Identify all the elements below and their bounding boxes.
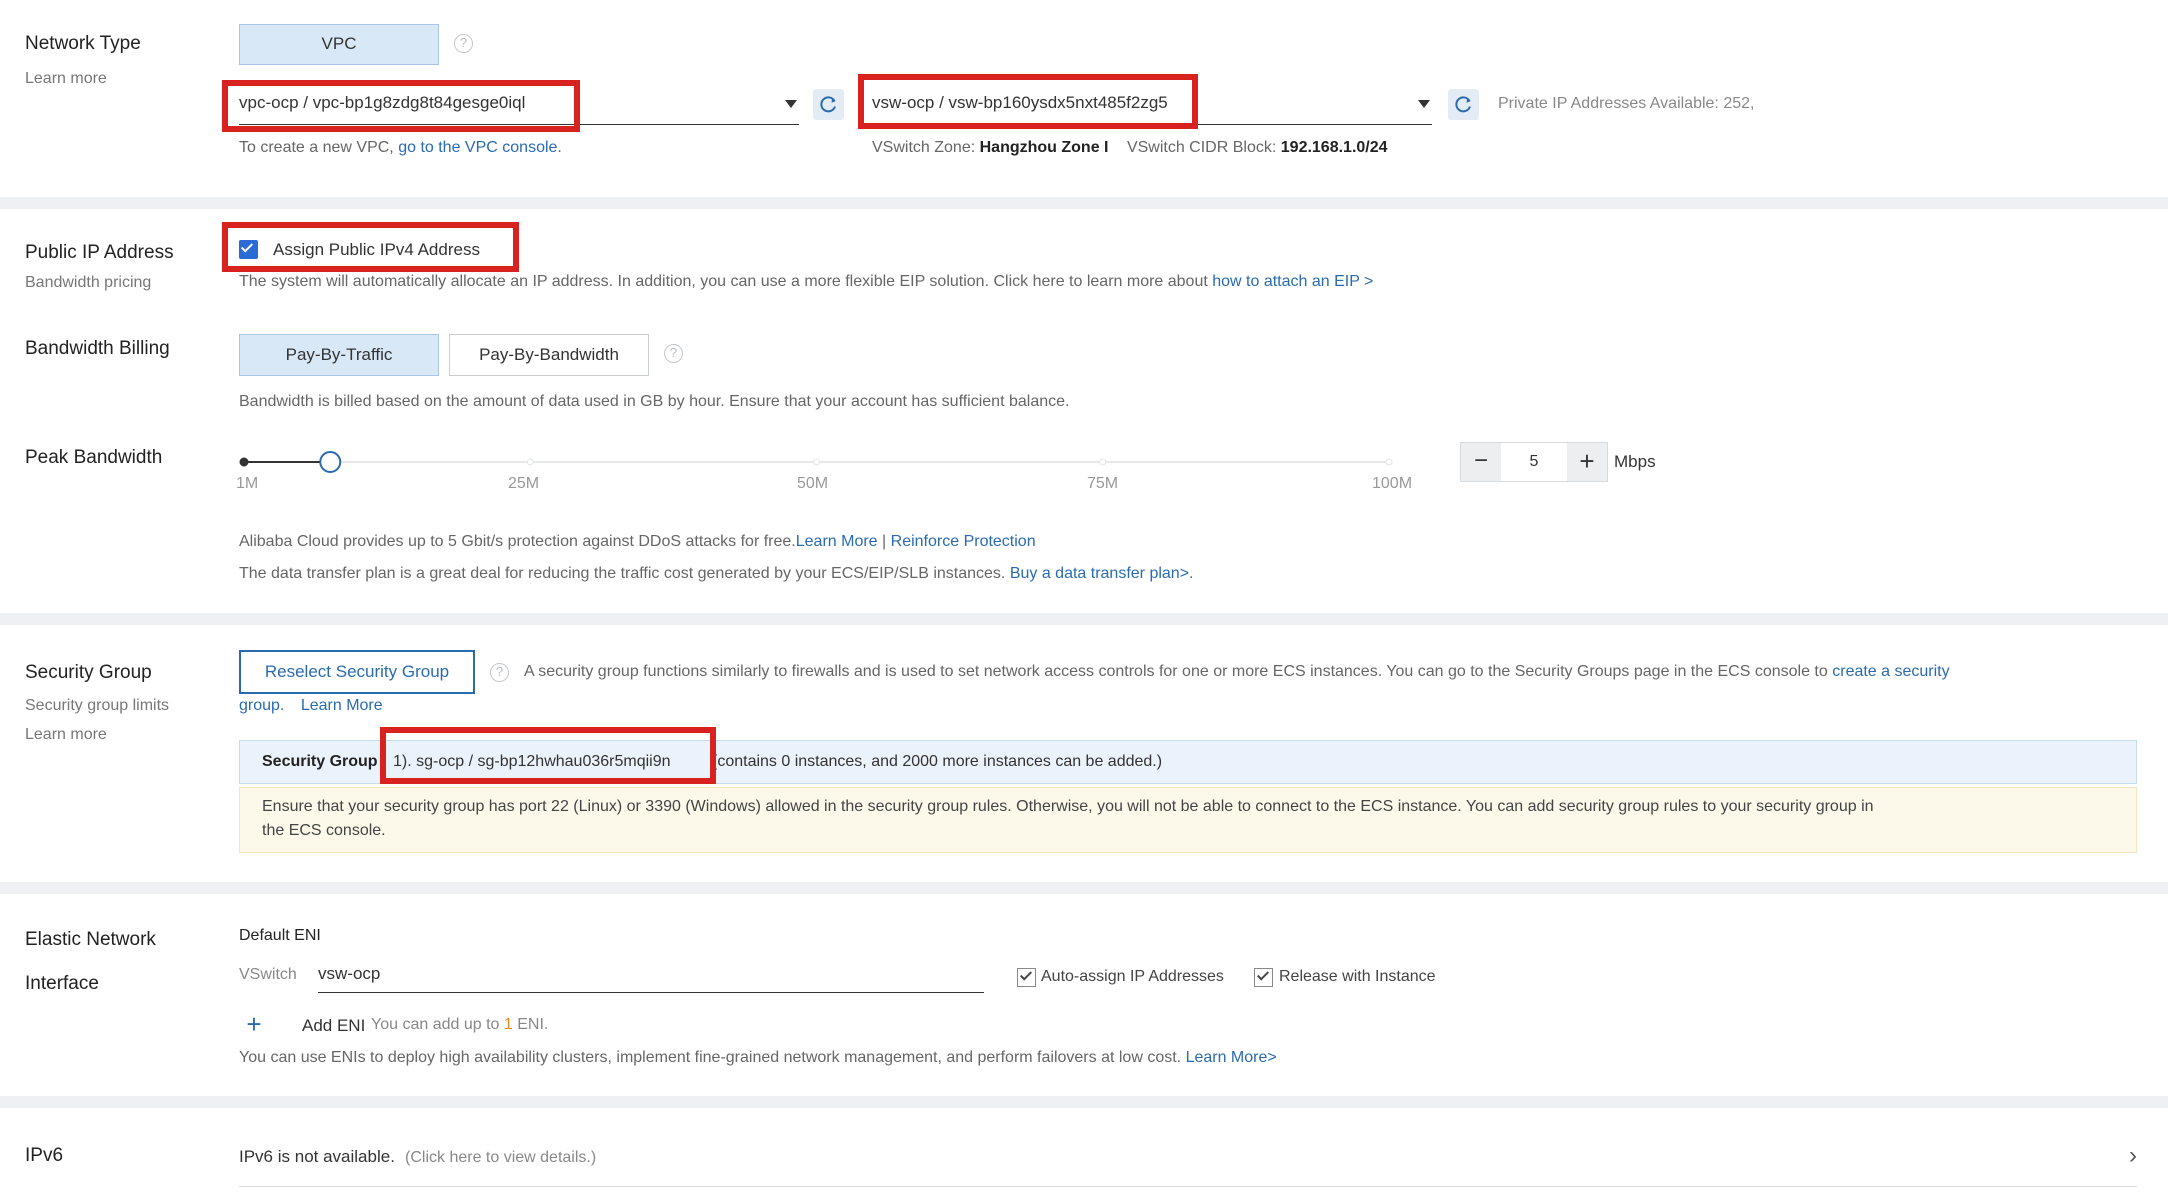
ipv6-label: IPv6 — [25, 1145, 64, 1166]
reselect-security-group-button[interactable]: Reselect Security Group — [239, 650, 475, 694]
auto-assign-ip-label[interactable]: Auto-assign IP Addresses — [1041, 968, 1224, 986]
plus-icon[interactable]: + — [1567, 443, 1607, 481]
slider-tick-label: 100M — [1372, 475, 1413, 492]
network-learn-more-link[interactable]: Learn more — [25, 70, 107, 88]
slider-tick — [1099, 458, 1107, 466]
vswitch-zone-value: Hangzhou Zone I — [979, 139, 1109, 156]
vswitch-cidr-value: 192.168.1.0/24 — [1280, 139, 1388, 156]
pay-by-traffic-button[interactable]: Pay-By-Traffic — [239, 334, 439, 376]
pay-by-bandwidth-button[interactable]: Pay-By-Bandwidth — [449, 334, 649, 376]
stepper-value[interactable]: 5 — [1501, 443, 1567, 481]
attach-eip-link[interactable]: how to attach an EIP > — [1212, 273, 1373, 290]
network-type-label: Network Type — [25, 33, 141, 54]
eni-vswitch-label: VSwitch — [239, 966, 297, 983]
ddos-info: Alibaba Cloud provides up to 5 Gbit/s pr… — [239, 533, 1036, 550]
buy-data-transfer-plan-link[interactable]: Buy a data transfer plan>. — [1010, 565, 1194, 582]
slider-handle[interactable] — [319, 451, 342, 473]
help-icon[interactable]: ? — [454, 34, 473, 53]
bandwidth-slider-track[interactable] — [239, 440, 1399, 480]
private-ip-available: Private IP Addresses Available: 252, — [1498, 95, 1755, 112]
vswitch-info: VSwitch Zone: Hangzhou Zone I VSwitch CI… — [872, 139, 1388, 156]
section-divider — [0, 882, 2168, 894]
eni-label: Elastic Network — [25, 929, 156, 950]
bandwidth-billing-label: Bandwidth Billing — [25, 338, 170, 359]
highlight-box — [858, 74, 1198, 129]
eni-learn-more-link[interactable]: Learn More> — [1186, 1049, 1277, 1066]
slider-tick — [239, 457, 249, 467]
create-security-group-link-cont[interactable]: group. — [239, 697, 284, 714]
ipv6-details-link[interactable]: (Click here to view details.) — [405, 1149, 596, 1167]
create-vpc-hint: To create a new VPC, go to the VPC conso… — [239, 139, 562, 156]
security-group-description-cont: group. Learn More — [239, 697, 383, 715]
slider-tick-label: 50M — [797, 475, 829, 492]
slider-tick-label: 75M — [1087, 475, 1119, 492]
data-transfer-plan-info: The data transfer plan is a great deal f… — [239, 565, 1194, 582]
security-learn-more-link[interactable]: Learn more — [25, 726, 107, 744]
help-icon[interactable]: ? — [664, 344, 683, 363]
security-group-row-label: Security Group — [262, 753, 378, 770]
refresh-vswitch-icon[interactable] — [1448, 89, 1479, 120]
default-eni-heading: Default ENI — [239, 927, 321, 944]
eni-label-cont: Interface — [25, 973, 99, 994]
section-divider — [0, 613, 2168, 625]
release-with-instance-label[interactable]: Release with Instance — [1279, 968, 1436, 986]
chevron-down-icon — [1418, 100, 1430, 108]
minus-icon[interactable]: − — [1461, 443, 1501, 481]
auto-assign-ip-checkbox[interactable] — [1017, 968, 1036, 987]
slider-tick-label: 1M — [236, 475, 259, 492]
add-eni-button[interactable]: Add ENI — [302, 1016, 365, 1036]
security-group-limits-link[interactable]: Security group limits — [25, 697, 169, 715]
peak-bandwidth-label: Peak Bandwidth — [25, 447, 163, 468]
security-group-warning: Ensure that your security group has port… — [239, 787, 2137, 853]
eni-footer-note: You can use ENIs to deploy high availabi… — [239, 1049, 1277, 1066]
slider-tick-label: 25M — [508, 475, 540, 492]
section-divider — [0, 1096, 2168, 1108]
bandwidth-slider[interactable] — [239, 440, 1399, 480]
add-eni-note: You can add up to 1 ENI. — [371, 1016, 549, 1033]
bandwidth-unit: Mbps — [1614, 452, 1656, 471]
public-ip-label: Public IP Address — [25, 242, 174, 263]
security-group-label: Security Group — [25, 662, 152, 683]
chevron-down-icon — [785, 100, 797, 108]
security-group-description: A security group functions similarly to … — [524, 663, 1950, 680]
slider-tick — [813, 458, 820, 466]
highlight-box — [380, 727, 716, 784]
ipv6-status: IPv6 is not available. — [239, 1147, 395, 1166]
public-ip-description: The system will automatically allocate a… — [239, 273, 1374, 290]
slider-tick — [1385, 458, 1393, 466]
vpc-console-link[interactable]: go to the VPC console — [398, 139, 557, 156]
eni-limit-count: 1 — [503, 1016, 513, 1033]
release-with-instance-checkbox[interactable] — [1254, 968, 1273, 987]
create-security-group-link[interactable]: create a security — [1832, 663, 1949, 680]
chevron-right-icon[interactable]: › — [2129, 1142, 2137, 1170]
ipv6-row[interactable]: IPv6 is not available. (Click here to vi… — [239, 1136, 2137, 1187]
highlight-box — [222, 80, 580, 132]
vpc-network-button[interactable]: VPC — [239, 24, 439, 65]
bandwidth-stepper[interactable]: − 5 + — [1460, 442, 1608, 482]
slider-tick — [526, 458, 534, 466]
help-icon[interactable]: ? — [490, 663, 509, 682]
section-divider — [0, 197, 2168, 209]
add-eni-plus-icon[interactable]: + — [240, 1009, 268, 1041]
slider-tick-labels: 1M 25M 50M 75M 100M — [236, 475, 1412, 497]
security-group-capacity: (contains 0 instances, and 2000 more ins… — [712, 753, 1163, 770]
highlight-box — [222, 222, 519, 272]
eni-vswitch-field[interactable]: vsw-ocp — [318, 958, 984, 993]
billing-note: Bandwidth is billed based on the amount … — [239, 393, 1070, 410]
warning-line: Ensure that your security group has port… — [262, 798, 1874, 815]
reinforce-protection-link[interactable]: Reinforce Protection — [891, 533, 1036, 550]
refresh-vpc-icon[interactable] — [813, 89, 844, 120]
warning-line: the ECS console. — [262, 822, 386, 839]
bandwidth-pricing-link[interactable]: Bandwidth pricing — [25, 274, 151, 292]
security-group-learn-more-link[interactable]: Learn More — [301, 697, 383, 714]
ddos-learn-more-link[interactable]: Learn More — [796, 533, 878, 550]
